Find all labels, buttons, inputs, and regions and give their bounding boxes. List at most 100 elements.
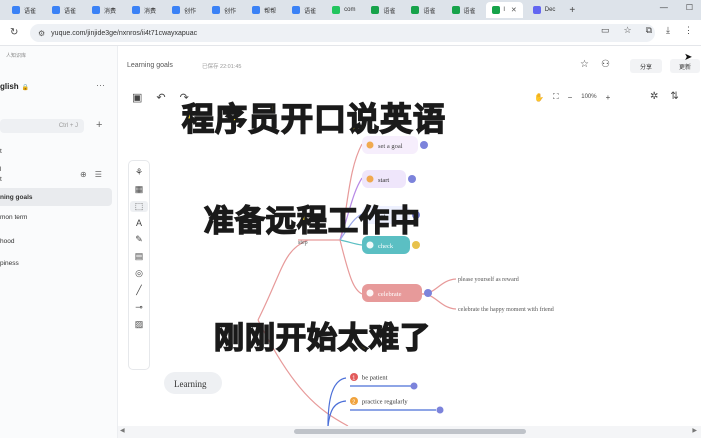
step-node-badge bbox=[420, 141, 428, 149]
save-icon[interactable]: ▣ bbox=[132, 91, 142, 104]
browser-tab[interactable]: 语雀 bbox=[446, 2, 482, 18]
star-icon[interactable]: ☆ bbox=[624, 25, 632, 36]
tab-label: 语雀 bbox=[463, 8, 476, 15]
horizontal-scrollbar[interactable]: ◀ ▶ bbox=[118, 426, 701, 438]
browser-tab[interactable]: com bbox=[326, 2, 361, 18]
tab-label: Dec bbox=[544, 7, 556, 13]
priority-badge-number: 1 bbox=[352, 375, 355, 381]
address-bar: ↻ ⚙ yuque.com/jinjide3ge/nxnros/ii4t71cw… bbox=[0, 20, 701, 46]
share-button[interactable]: 分享 bbox=[630, 59, 662, 73]
collaborator-icon[interactable]: ⚇ bbox=[601, 59, 610, 70]
url-field[interactable]: ⚙ yuque.com/jinjide3ge/nxnros/ii4t71cway… bbox=[30, 24, 655, 42]
step-label: step bbox=[298, 240, 308, 246]
edge-bottom-1 bbox=[327, 377, 347, 426]
doc-title: Learning goals bbox=[127, 62, 173, 69]
mouse-cursor-icon: ➤ bbox=[684, 52, 693, 63]
target-icon[interactable]: ⊕ bbox=[80, 170, 87, 179]
browser-tab[interactable]: 创作 bbox=[166, 2, 202, 18]
scrollbar-thumb[interactable] bbox=[294, 429, 526, 434]
tab-label: 语雀 bbox=[423, 8, 436, 15]
browser-tab[interactable]: 语雀 bbox=[286, 2, 322, 18]
star-icon[interactable]: ☆ bbox=[580, 59, 589, 70]
browser-tab[interactable]: 语雀 bbox=[365, 2, 401, 18]
scroll-right-icon[interactable]: ▶ bbox=[692, 427, 697, 434]
reload-icon[interactable]: ↻ bbox=[10, 27, 24, 38]
tab-label: 语雀 bbox=[24, 8, 37, 15]
fit-screen-icon[interactable]: ⛶ bbox=[553, 92, 559, 102]
undo-icon[interactable]: ↶ bbox=[156, 91, 165, 104]
root-label: Learning bbox=[174, 379, 207, 389]
sidebar-item[interactable]: ning goals bbox=[0, 188, 112, 206]
tab-label: com bbox=[344, 7, 356, 13]
zoom-in-icon[interactable]: + bbox=[606, 93, 611, 102]
tab-label: 帮帮 bbox=[264, 8, 277, 15]
adjust-icon[interactable]: ⇅ bbox=[670, 91, 678, 102]
sidebar-item[interactable]: hood bbox=[0, 232, 112, 250]
sidebar-item[interactable]: t bbox=[0, 142, 112, 160]
magic-icon[interactable]: ✲ bbox=[650, 91, 658, 102]
profile-icon[interactable]: ⋮ bbox=[684, 25, 693, 36]
sidebar-item[interactable]: piness bbox=[0, 254, 112, 272]
mindmap-step-node[interactable]: start bbox=[362, 170, 416, 188]
edge-step-celebrate bbox=[339, 239, 363, 295]
browser-tab[interactable]: 帮帮 bbox=[246, 2, 282, 18]
tab-label: 消费 bbox=[104, 8, 117, 15]
edge-bottom-2 bbox=[327, 400, 347, 426]
step-node-badge bbox=[408, 175, 416, 183]
browser-tab[interactable]: 创作 bbox=[206, 2, 242, 18]
scroll-left-icon[interactable]: ◀ bbox=[120, 427, 125, 434]
browser-tab[interactable]: 语雀 bbox=[46, 2, 82, 18]
sidebar-item-actions: ⊕ ☰ bbox=[80, 170, 102, 179]
bottom-node-expand bbox=[410, 382, 418, 390]
new-tab-button[interactable]: + bbox=[569, 5, 575, 16]
sidebar-item[interactable]: mon term bbox=[0, 208, 112, 226]
tab-favicon-icon bbox=[172, 6, 181, 14]
bottom-node-label: be patient bbox=[362, 375, 388, 382]
step-node-badge bbox=[424, 289, 432, 297]
leaf-celebrate-friend[interactable]: celebrate the happy moment with friend bbox=[458, 306, 554, 313]
download-icon[interactable]: ⤓ bbox=[666, 25, 670, 36]
list-icon[interactable]: ☰ bbox=[95, 170, 102, 179]
mindmap-bottom-node[interactable]: 2 practice regularly bbox=[350, 397, 444, 414]
window-controls: ― ☐ bbox=[660, 3, 693, 12]
mindmap-bottom-node[interactable]: 1 be patient bbox=[350, 373, 418, 390]
zoom-level[interactable]: 100% bbox=[581, 94, 596, 100]
minimize-icon[interactable]: ― bbox=[660, 3, 668, 12]
caption-line-2: 准备远程工作中 bbox=[203, 203, 421, 240]
browser-tab[interactable]: 消费 bbox=[126, 2, 162, 18]
sidebar-search-input[interactable]: Ctrl + J bbox=[0, 119, 84, 133]
doc-header: Learning goals 已保存 22:01:45 ☆ ⚇ 分享 更新 bbox=[118, 46, 701, 82]
tab-favicon-icon bbox=[332, 6, 341, 14]
caption-line-3: 刚刚开始太难了 bbox=[213, 320, 431, 357]
tab-label: 消费 bbox=[144, 8, 157, 15]
browser-tab[interactable]: l ✕ bbox=[485, 2, 523, 18]
tab-label: 创作 bbox=[184, 8, 197, 15]
caption-line-1: 程序员开口说英语 bbox=[181, 99, 447, 139]
browser-tab[interactable]: 语雀 bbox=[6, 2, 42, 18]
extensions-icon[interactable]: ⧉ bbox=[646, 25, 652, 36]
leaf-reward[interactable]: please yourself as reward bbox=[458, 276, 519, 283]
tab-label: l bbox=[503, 7, 505, 13]
mindmap-root-node[interactable]: Learning bbox=[164, 372, 222, 394]
zoom-out-icon[interactable]: − bbox=[568, 93, 573, 102]
browser-tab[interactable]: Dec bbox=[527, 2, 562, 18]
hand-icon[interactable]: ✋ bbox=[534, 93, 544, 102]
cast-icon[interactable]: ▭ bbox=[601, 25, 610, 36]
site-info-icon[interactable]: ⚙ bbox=[38, 29, 45, 38]
maximize-icon[interactable]: ☐ bbox=[686, 3, 693, 12]
step-node-label: check bbox=[378, 243, 394, 250]
knowledge-base-title[interactable]: glish 🔒 bbox=[0, 82, 29, 91]
step-node-label: set a goal bbox=[378, 143, 403, 150]
mindmap-step-node[interactable]: celebrate bbox=[362, 284, 432, 302]
mindmap-canvas[interactable]: Learning step set a goalstartactcheckcel… bbox=[118, 110, 701, 426]
browser-tab[interactable]: 消费 bbox=[86, 2, 122, 18]
browser-action-icons: ▭ ☆ ⧉ ⤓ ⋮ bbox=[601, 25, 693, 36]
saved-status: 已保存 22:01:45 bbox=[202, 64, 242, 70]
browser-tab[interactable]: 语雀 bbox=[405, 2, 441, 18]
add-doc-icon[interactable]: + bbox=[96, 119, 102, 131]
tab-favicon-icon bbox=[132, 6, 141, 14]
close-tab-icon[interactable]: ✕ bbox=[511, 6, 517, 14]
tab-label: 语雀 bbox=[304, 8, 317, 15]
more-icon[interactable]: ··· bbox=[96, 80, 105, 90]
tab-label: 语雀 bbox=[64, 8, 77, 15]
